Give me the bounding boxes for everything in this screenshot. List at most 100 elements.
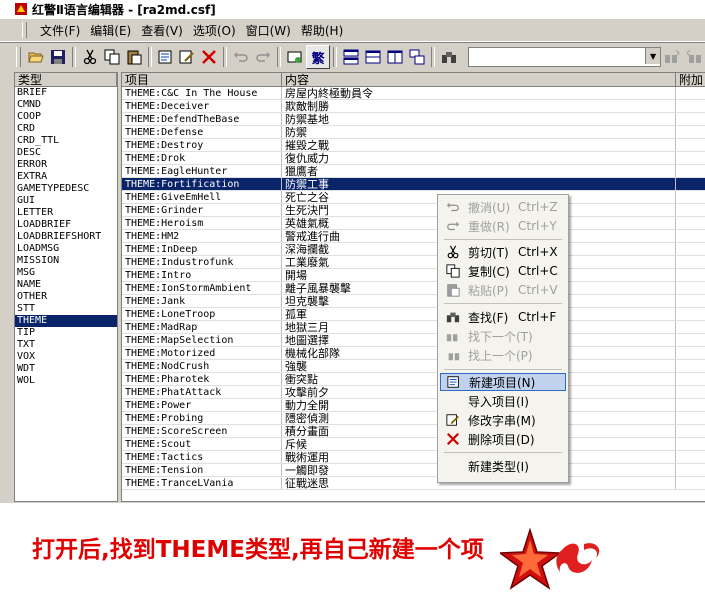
- table-row[interactable]: THEME:Defense 防禦: [122, 126, 705, 139]
- tile-vertical-button[interactable]: [384, 46, 406, 68]
- menu-new-type[interactable]: 新建类型(I): [440, 457, 566, 475]
- menu-import-item[interactable]: 导入项目(I): [440, 392, 566, 410]
- undo-button[interactable]: [230, 46, 252, 68]
- paste-button[interactable]: [123, 46, 145, 68]
- menu-edit[interactable]: 编辑(E): [85, 22, 136, 39]
- type-item[interactable]: CRD_TTL: [15, 135, 117, 147]
- menu-delete-item[interactable]: 删除项目(D): [440, 430, 566, 448]
- copy-button[interactable]: [101, 46, 123, 68]
- open-button[interactable]: [25, 46, 47, 68]
- table-row[interactable]: THEME:Tension 一觸即發: [122, 464, 705, 477]
- type-item[interactable]: LETTER: [15, 207, 117, 219]
- table-row[interactable]: THEME:Intro 開場: [122, 269, 705, 282]
- menu-modify-string[interactable]: 修改字串(M): [440, 411, 566, 429]
- table-row[interactable]: THEME:GiveEmHell 死亡之谷: [122, 191, 705, 204]
- menu-file[interactable]: 文件(F): [35, 22, 85, 39]
- column-header-content[interactable]: 内容: [282, 73, 676, 87]
- save-button[interactable]: [47, 46, 69, 68]
- find-next-button[interactable]: [661, 46, 683, 68]
- tile-horizontal-button[interactable]: [362, 46, 384, 68]
- table-row[interactable]: THEME:Deceiver 欺敵制勝: [122, 100, 705, 113]
- table-row[interactable]: THEME:Pharotek 衝突點: [122, 373, 705, 386]
- type-item[interactable]: VOX: [15, 351, 117, 363]
- table-row[interactable]: THEME:Power 動力全開: [122, 399, 705, 412]
- table-row[interactable]: THEME:Destroy 摧毀之戰: [122, 139, 705, 152]
- cascade-button[interactable]: [406, 46, 428, 68]
- find-button[interactable]: [438, 46, 460, 68]
- delete-button[interactable]: [198, 46, 220, 68]
- type-item[interactable]: LOADBRIEFSHORT: [15, 231, 117, 243]
- properties-button[interactable]: [284, 46, 306, 68]
- table-row[interactable]: THEME:Tactics 戰術運用: [122, 451, 705, 464]
- table-row[interactable]: THEME:EagleHunter 獵鷹者: [122, 165, 705, 178]
- table-row[interactable]: THEME:InDeep 深海攔截: [122, 243, 705, 256]
- type-item[interactable]: TIP: [15, 327, 117, 339]
- type-item[interactable]: LOADMSG: [15, 243, 117, 255]
- type-item[interactable]: GAMETYPEDESC: [15, 183, 117, 195]
- column-header-item[interactable]: 项目: [122, 73, 282, 87]
- search-combo[interactable]: ▼: [467, 47, 662, 67]
- type-item[interactable]: STT: [15, 303, 117, 315]
- table-row[interactable]: THEME:Jank 坦克襲擊: [122, 295, 705, 308]
- chevron-down-icon[interactable]: ▼: [645, 48, 661, 64]
- type-item[interactable]: GUI: [15, 195, 117, 207]
- menu-redo[interactable]: 重做(R) Ctrl+Y: [440, 217, 566, 235]
- type-item[interactable]: NAME: [15, 279, 117, 291]
- type-item[interactable]: CMND: [15, 99, 117, 111]
- type-item[interactable]: OTHER: [15, 291, 117, 303]
- table-row[interactable]: THEME:Industrofunk 工業廢氣: [122, 256, 705, 269]
- type-item[interactable]: DESC: [15, 147, 117, 159]
- menu-copy[interactable]: 复制(C) Ctrl+C: [440, 262, 566, 280]
- find-prev-button[interactable]: [683, 46, 705, 68]
- menu-view[interactable]: 查看(V): [136, 22, 188, 39]
- type-item[interactable]: THEME: [15, 315, 117, 327]
- table-row[interactable]: THEME:ScoreScreen 積分畫面: [122, 425, 705, 438]
- menu-help[interactable]: 帮助(H): [296, 22, 348, 39]
- tile-button[interactable]: [340, 46, 362, 68]
- type-item[interactable]: BRIEF: [15, 87, 117, 99]
- menu-cut[interactable]: 剪切(T) Ctrl+X: [440, 243, 566, 261]
- type-item[interactable]: WDT: [15, 363, 117, 375]
- column-header-extra[interactable]: 附加: [676, 73, 705, 87]
- menu-find[interactable]: 查找(F) Ctrl+F: [440, 308, 566, 326]
- menu-find-prev[interactable]: 找上一个(P): [440, 346, 566, 364]
- traditional-chinese-button[interactable]: 繁: [306, 45, 331, 69]
- type-item[interactable]: WOL: [15, 375, 117, 387]
- table-row[interactable]: THEME:TranceLVania 征戰迷思: [122, 477, 705, 490]
- cut-button[interactable]: [79, 46, 101, 68]
- redo-button[interactable]: [252, 46, 274, 68]
- table-row[interactable]: THEME:Heroism 英雄氣概: [122, 217, 705, 230]
- table-row[interactable]: THEME:DefendTheBase 防禦基地: [122, 113, 705, 126]
- menu-find-next[interactable]: 找下一个(T): [440, 327, 566, 345]
- table-row[interactable]: THEME:LoneTroop 孤軍: [122, 308, 705, 321]
- type-item[interactable]: EXTRA: [15, 171, 117, 183]
- new-item-button[interactable]: [155, 46, 177, 68]
- menu-undo[interactable]: 撤消(U) Ctrl+Z: [440, 198, 566, 216]
- menu-new-item[interactable]: 新建项目(N): [440, 373, 566, 391]
- table-row[interactable]: THEME:MadRap 地獄三月: [122, 321, 705, 334]
- type-item[interactable]: LOADBRIEF: [15, 219, 117, 231]
- table-row[interactable]: THEME:Probing 隱密偵測: [122, 412, 705, 425]
- table-row[interactable]: THEME:C&C In The House 房屋内終極動員令: [122, 87, 705, 100]
- table-row[interactable]: THEME:MapSelection 地圖選擇: [122, 334, 705, 347]
- table-row[interactable]: THEME:PhatAttack 攻擊前夕: [122, 386, 705, 399]
- type-item[interactable]: ERROR: [15, 159, 117, 171]
- menu-paste[interactable]: 粘贴(P) Ctrl+V: [440, 281, 566, 299]
- table-row[interactable]: THEME:IonStormAmbient 離子風暴襲擊: [122, 282, 705, 295]
- table-row[interactable]: THEME:Drok 復仇威力: [122, 152, 705, 165]
- menu-options[interactable]: 选项(O): [188, 22, 241, 39]
- type-item[interactable]: COOP: [15, 111, 117, 123]
- type-item[interactable]: CRD: [15, 123, 117, 135]
- type-list-header[interactable]: 类型: [15, 73, 117, 87]
- table-row[interactable]: THEME:Grinder 生死決鬥: [122, 204, 705, 217]
- type-item[interactable]: MSG: [15, 267, 117, 279]
- table-row[interactable]: THEME:HM2 警戒進行曲: [122, 230, 705, 243]
- table-row[interactable]: THEME:Motorized 機械化部隊: [122, 347, 705, 360]
- menu-window[interactable]: 窗口(W): [241, 22, 296, 39]
- table-row[interactable]: THEME:Scout 斥候: [122, 438, 705, 451]
- type-item[interactable]: MISSION: [15, 255, 117, 267]
- table-row[interactable]: THEME:Fortification 防禦工事: [122, 178, 705, 191]
- table-row[interactable]: THEME:NodCrush 強襲: [122, 360, 705, 373]
- type-item[interactable]: TXT: [15, 339, 117, 351]
- edit-item-button[interactable]: [177, 46, 199, 68]
